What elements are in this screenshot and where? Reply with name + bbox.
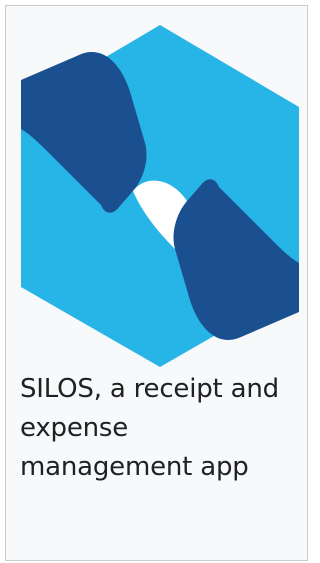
logo-image[interactable] <box>21 25 299 367</box>
image-caption: SILOS, a receipt and expense management … <box>20 374 279 482</box>
silos-logo-icon <box>21 25 299 367</box>
